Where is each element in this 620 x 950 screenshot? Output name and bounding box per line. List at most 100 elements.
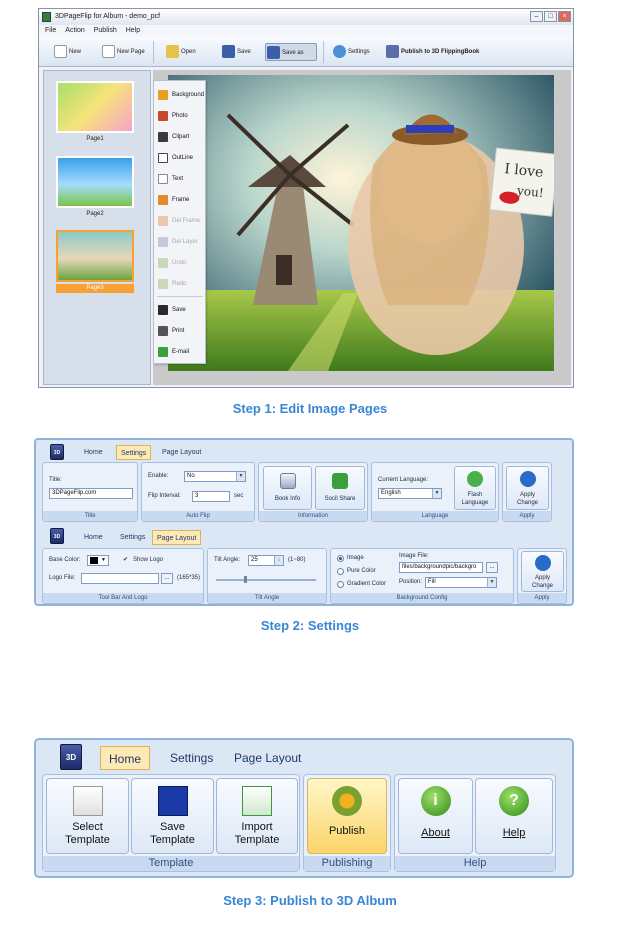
- save-as-button[interactable]: Save as: [265, 43, 317, 61]
- tilt-angle-label: Tilt Angle:: [214, 557, 241, 563]
- minimize-button[interactable]: –: [530, 11, 543, 22]
- menu-help[interactable]: Help: [126, 25, 140, 37]
- speech-bubbles-icon: [467, 471, 483, 487]
- clipart-menu-item[interactable]: Clipart: [158, 130, 189, 144]
- publish-button[interactable]: Publish to 3D FlippingBook: [385, 43, 479, 61]
- printer-icon: [158, 326, 168, 336]
- tilt-angle-stepper[interactable]: 25 ↕: [248, 555, 284, 566]
- tab-home[interactable]: Home: [80, 530, 107, 545]
- publishing-group: Publish Publishing: [303, 774, 391, 872]
- gradient-color-radio-label: Gradient Color: [347, 581, 387, 587]
- tab-page-layout[interactable]: Page Layout: [152, 530, 202, 545]
- image-radio[interactable]: [337, 555, 344, 562]
- template-group: Select Template Save Template Import Tem…: [42, 774, 300, 872]
- refresh-arrow-icon: [519, 471, 536, 487]
- publish-ribbon-panel: 3D Home Settings Page Layout Select Temp…: [34, 738, 574, 878]
- close-button[interactable]: ×: [558, 11, 571, 22]
- question-mark-icon: ?: [499, 786, 529, 816]
- logo-file-input[interactable]: [81, 573, 159, 584]
- new-page-button[interactable]: New Page: [101, 43, 145, 61]
- about-button[interactable]: i About: [398, 778, 473, 854]
- help-group: i About ? Help Help: [394, 774, 556, 872]
- tab-page-layout[interactable]: Page Layout: [158, 445, 205, 460]
- settings-button[interactable]: Settings: [332, 43, 370, 61]
- open-button[interactable]: Open: [165, 43, 196, 61]
- flash-language-button[interactable]: Flash Language: [454, 466, 496, 510]
- show-logo-label: Show Logo: [133, 557, 164, 563]
- text-menu-item[interactable]: Text: [158, 172, 183, 186]
- new-page-icon: [102, 45, 115, 58]
- photo-menu-item[interactable]: Photo: [158, 109, 188, 123]
- tab-settings[interactable]: Settings: [116, 530, 149, 545]
- image-radio-label: Image: [347, 555, 364, 561]
- settings-ribbon-panel: 3D Home Settings Page Layout Title: 3DPa…: [34, 438, 574, 606]
- tab-page-layout[interactable]: Page Layout: [226, 746, 309, 770]
- redo-menu-item[interactable]: Redo: [158, 277, 186, 291]
- print-menu-item[interactable]: Print: [158, 324, 184, 338]
- select-template-button[interactable]: Select Template: [46, 778, 129, 854]
- save-menu-item[interactable]: Save: [158, 303, 186, 317]
- page-thumbnail[interactable]: [56, 81, 134, 133]
- tilt-range-hint: (1~80): [288, 557, 306, 563]
- show-logo-checkbox[interactable]: ✔: [123, 557, 130, 564]
- language-dropdown[interactable]: English ▼: [378, 488, 442, 499]
- page-photo[interactable]: I love you!: [168, 75, 554, 371]
- email-menu-item[interactable]: E-mail: [158, 345, 189, 359]
- maximize-button[interactable]: □: [544, 11, 557, 22]
- new-button[interactable]: New: [53, 43, 81, 61]
- tab-settings[interactable]: Settings: [162, 746, 221, 770]
- publish-button[interactable]: Publish: [307, 778, 387, 854]
- main-toolbar: New New Page Open Save Save as Settings …: [39, 37, 573, 67]
- delete-layer-icon: [158, 237, 168, 247]
- frame-menu-item[interactable]: Frame: [158, 193, 189, 207]
- page-thumbnail-selected[interactable]: [56, 230, 134, 282]
- outline-menu-item[interactable]: OutLine: [158, 151, 193, 165]
- group-title: Background Config: [331, 593, 513, 603]
- menu-file[interactable]: File: [45, 25, 56, 37]
- tab-home[interactable]: Home: [100, 746, 151, 770]
- del-layer-menu-item[interactable]: Del Layer: [158, 235, 198, 249]
- tab-home[interactable]: Home: [80, 445, 107, 460]
- page-thumbnail[interactable]: [56, 156, 134, 208]
- tab-settings[interactable]: Settings: [116, 445, 152, 460]
- delete-frame-icon: [158, 216, 168, 226]
- chevron-down-icon: ▼: [432, 489, 441, 498]
- del-frame-menu-item[interactable]: Del Frame: [158, 214, 200, 228]
- save-template-button[interactable]: Save Template: [131, 778, 214, 854]
- image-file-label: Image File:: [399, 553, 429, 559]
- apply-change-button[interactable]: Apply Change: [506, 466, 549, 510]
- gradient-color-radio[interactable]: [337, 581, 344, 588]
- new-document-icon: [54, 45, 67, 58]
- image-browse-button[interactable]: ...: [486, 562, 498, 573]
- apply-group-bottom: Apply Change Apply: [517, 548, 567, 604]
- base-color-picker[interactable]: ▼: [87, 555, 109, 566]
- page-thumbnails-panel: Page1 Page2 Page3: [43, 70, 151, 385]
- tilt-slider-handle[interactable]: [244, 576, 247, 583]
- settings-arrows-icon: [333, 45, 346, 58]
- menu-publish[interactable]: Publish: [94, 25, 117, 37]
- undo-menu-item[interactable]: Undo: [158, 256, 186, 270]
- title-input[interactable]: 3DPageFlip.com: [49, 488, 133, 499]
- save-button[interactable]: Save: [221, 43, 251, 61]
- menu-action[interactable]: Action: [65, 25, 84, 37]
- menu-bar: File Action Publish Help: [39, 25, 573, 37]
- logo-browse-button[interactable]: ...: [161, 573, 173, 584]
- group-title: Tilt Angle: [208, 593, 326, 603]
- enable-dropdown[interactable]: No ▼: [184, 471, 246, 482]
- chevron-down-icon: ▼: [101, 557, 106, 563]
- window-title: 3DPageFlip for Album - demo_pcf: [55, 13, 161, 20]
- flip-interval-input[interactable]: 3: [192, 491, 230, 502]
- group-title: Tool Bar And Logo: [43, 593, 203, 603]
- title-label: Title:: [49, 477, 62, 483]
- import-template-button[interactable]: Import Template: [216, 778, 298, 854]
- share-icon: [332, 473, 348, 489]
- image-file-input[interactable]: files/backgroundpic/backgro: [399, 562, 483, 573]
- help-button[interactable]: ? Help: [475, 778, 553, 854]
- position-dropdown[interactable]: Fill ▼: [425, 577, 497, 588]
- tilt-slider-track[interactable]: [216, 579, 316, 581]
- pure-color-radio[interactable]: [337, 568, 344, 575]
- background-menu-item[interactable]: Background: [158, 88, 204, 102]
- book-info-button[interactable]: Book Info: [263, 466, 312, 510]
- social-share-button[interactable]: Socil Share: [315, 466, 365, 510]
- apply-change-button[interactable]: Apply Change: [521, 551, 564, 592]
